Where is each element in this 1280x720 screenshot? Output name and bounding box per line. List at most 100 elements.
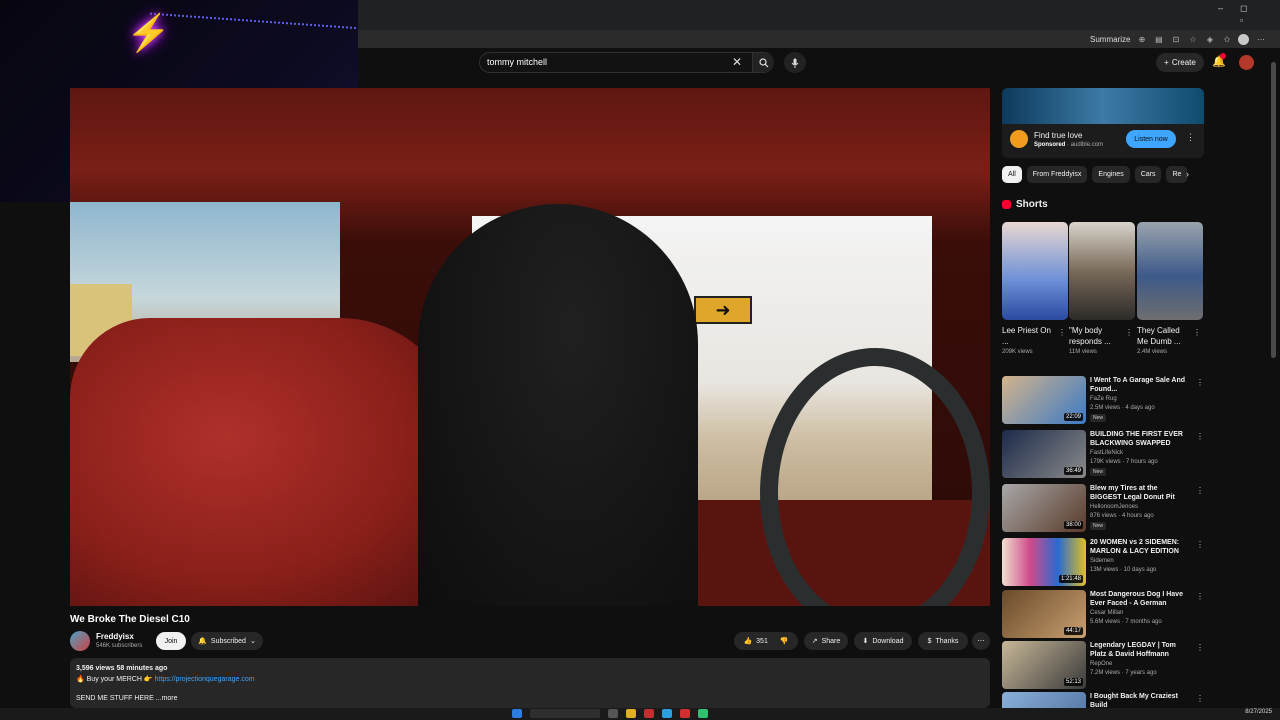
join-button[interactable]: Join [156, 632, 186, 650]
thumbs-down-icon[interactable]: 👎 [780, 637, 789, 645]
more-dots-icon[interactable]: ⋮ [1196, 540, 1204, 549]
chevron-right-icon[interactable]: › [1186, 169, 1189, 179]
channel-name[interactable]: RepOne [1090, 661, 1112, 667]
channel-name[interactable]: Sidemen [1090, 558, 1114, 564]
like-count: 351 [756, 637, 768, 645]
page-scrollbar[interactable] [1271, 62, 1276, 358]
recommended-video[interactable]: 36:49 BUILDING THE FIRST EVER BLACKWING … [1002, 430, 1204, 478]
chip-related[interactable]: Re [1166, 166, 1188, 183]
zoom-icon[interactable]: ⊡ [1170, 34, 1181, 45]
start-icon[interactable] [512, 709, 522, 718]
chip-engines[interactable]: Engines [1092, 166, 1130, 183]
description-box[interactable]: 3,596 views 58 minutes ago 🔥 Buy your ME… [70, 658, 990, 708]
more-dots-icon[interactable]: ⋮ [1196, 378, 1204, 387]
video-title: Most Dangerous Dog I Have Ever Faced - A… [1090, 591, 1183, 607]
channel-name[interactable]: FastLifeNick [1090, 450, 1123, 456]
merch-text: Buy your MERCH [86, 676, 142, 683]
recommended-video[interactable]: 22:09 I Went To A Garage Sale And Found.… [1002, 376, 1204, 424]
summarize-button[interactable]: Summarize [1090, 35, 1130, 44]
subscriber-count: 546K subscribers [96, 643, 143, 649]
recommended-video[interactable]: 44:17 Most Dangerous Dog I Have Ever Fac… [1002, 590, 1204, 638]
search-button[interactable] [752, 53, 774, 72]
more-dots-icon[interactable]: ⋮ [1196, 486, 1204, 495]
merch-link[interactable]: https://projectionquegarage.com [155, 676, 255, 683]
video-frame-person [418, 204, 698, 606]
thumbs-up-icon: 👍 [743, 638, 753, 645]
more-dots-icon[interactable]: ⋮ [1196, 432, 1204, 441]
browser-profile-avatar[interactable] [1238, 33, 1250, 45]
close-window-icon[interactable]: ▫ [1240, 15, 1243, 25]
listen-now-button[interactable]: Listen now [1126, 130, 1176, 148]
video-player[interactable]: ➜ [70, 88, 990, 606]
reader-icon[interactable]: ▤ [1153, 34, 1164, 45]
chip-cars[interactable]: Cars [1134, 166, 1162, 183]
channel-name[interactable]: Freddyisx [96, 632, 134, 641]
recommended-video[interactable]: 38:00 Blew my Tires at the BIGGEST Legal… [1002, 484, 1204, 532]
channel-name[interactable]: Cesar Millan [1090, 610, 1123, 616]
chevron-down-icon: ⌄ [249, 638, 256, 645]
translate-icon[interactable]: ⊕ [1136, 34, 1147, 45]
video-title: We Broke The Diesel C10 [70, 614, 190, 625]
like-dislike-button[interactable]: 👍 351 👎 [734, 632, 798, 650]
share-button[interactable]: ↗ Share [804, 632, 848, 650]
sponsored-label: Sponsored [1034, 142, 1066, 148]
app-icon[interactable] [698, 709, 708, 718]
share-icon: ↗ [811, 638, 818, 645]
search-input[interactable]: tommy mitchell [487, 57, 547, 67]
video-title: BUILDING THE FIRST EVER BLACKWING SWAPPE… [1090, 431, 1183, 447]
file-explorer-icon[interactable] [626, 709, 636, 718]
extension-icon[interactable]: ◈ [1204, 34, 1215, 45]
ad-more-icon[interactable]: ⋮ [1186, 132, 1195, 143]
clear-search-icon[interactable]: ✕ [732, 55, 742, 69]
task-view-icon[interactable] [608, 709, 618, 718]
short-item[interactable]: Lee Priest On ... 209K views ⋮ [1002, 222, 1068, 355]
channel-name[interactable]: HellonoomJenoes [1090, 504, 1138, 510]
show-more-link[interactable]: ...more [156, 695, 178, 702]
led-strip [150, 0, 358, 30]
browser-icon[interactable] [662, 709, 672, 718]
sponsored-ad[interactable]: Find true love Sponsored · audible.com L… [1002, 88, 1204, 158]
duration: 38:00 [1063, 521, 1083, 529]
minimize-icon[interactable]: – [1218, 3, 1223, 13]
search-box[interactable]: tommy mitchell ✕ [479, 52, 774, 73]
voice-search-button[interactable] [784, 52, 806, 73]
more-dots-icon[interactable]: ⋮ [1193, 328, 1201, 337]
more-dots-icon[interactable]: ⋮ [1196, 694, 1202, 703]
ad-sponsor-line: Sponsored · audible.com [1034, 142, 1104, 148]
more-dots-icon[interactable]: ⋮ [1196, 592, 1204, 601]
more-actions-button[interactable]: ⋯ [972, 632, 990, 650]
recommended-video[interactable]: 52:13 Legendary LEGDAY | Tom Platz & Dav… [1002, 641, 1204, 689]
shorts-label: Shorts [1016, 199, 1048, 210]
more-dots-icon[interactable]: ⋮ [1058, 328, 1066, 337]
ad-title: Find true love [1034, 131, 1083, 140]
menu-dots-icon[interactable]: ⋯ [1255, 34, 1266, 45]
create-button[interactable]: + Create [1156, 53, 1204, 72]
video-thumbnail: 22:09 [1002, 376, 1086, 424]
video-title: Blew my Tires at the BIGGEST Legal Donut… [1090, 485, 1175, 501]
channel-avatar[interactable] [70, 631, 90, 651]
account-avatar[interactable] [1239, 55, 1254, 70]
ad-domain: audible.com [1070, 142, 1104, 148]
short-item[interactable]: They Called Me Dumb ... 2.4M views ⋮ [1137, 222, 1203, 355]
chip-all[interactable]: All [1002, 166, 1022, 183]
subscribed-button[interactable]: 🔔 Subscribed ⌄ [191, 632, 263, 650]
chip-from-channel[interactable]: From Freddyisx [1026, 166, 1088, 183]
video-thumbnail [1002, 692, 1086, 708]
app-icon[interactable] [680, 709, 690, 718]
bookmark-icon[interactable]: ✩ [1221, 34, 1232, 45]
download-button[interactable]: ⬇ Download [854, 632, 912, 650]
app-icon[interactable] [644, 709, 654, 718]
restore-icon[interactable]: ◻ [1240, 3, 1247, 14]
pointing-icon: 👉 [143, 676, 153, 683]
recommended-video[interactable]: I Bought Back My Craziest Build ⋮ [1002, 692, 1202, 708]
duration: 52:13 [1063, 678, 1083, 686]
video-thumbnail: 1:21:48 [1002, 538, 1086, 586]
more-dots-icon[interactable]: ⋮ [1125, 328, 1133, 337]
short-item[interactable]: "My body responds ... 11M views ⋮ [1069, 222, 1135, 355]
channel-name[interactable]: FaZe Rug [1090, 396, 1117, 402]
thanks-button[interactable]: $ Thanks [918, 632, 968, 650]
taskbar-search-box[interactable] [530, 709, 600, 718]
recommended-video[interactable]: 1:21:48 20 WOMEN vs 2 SIDEMEN: MARLON & … [1002, 538, 1204, 586]
more-dots-icon[interactable]: ⋮ [1196, 643, 1204, 652]
star-icon[interactable]: ☆ [1187, 34, 1198, 45]
